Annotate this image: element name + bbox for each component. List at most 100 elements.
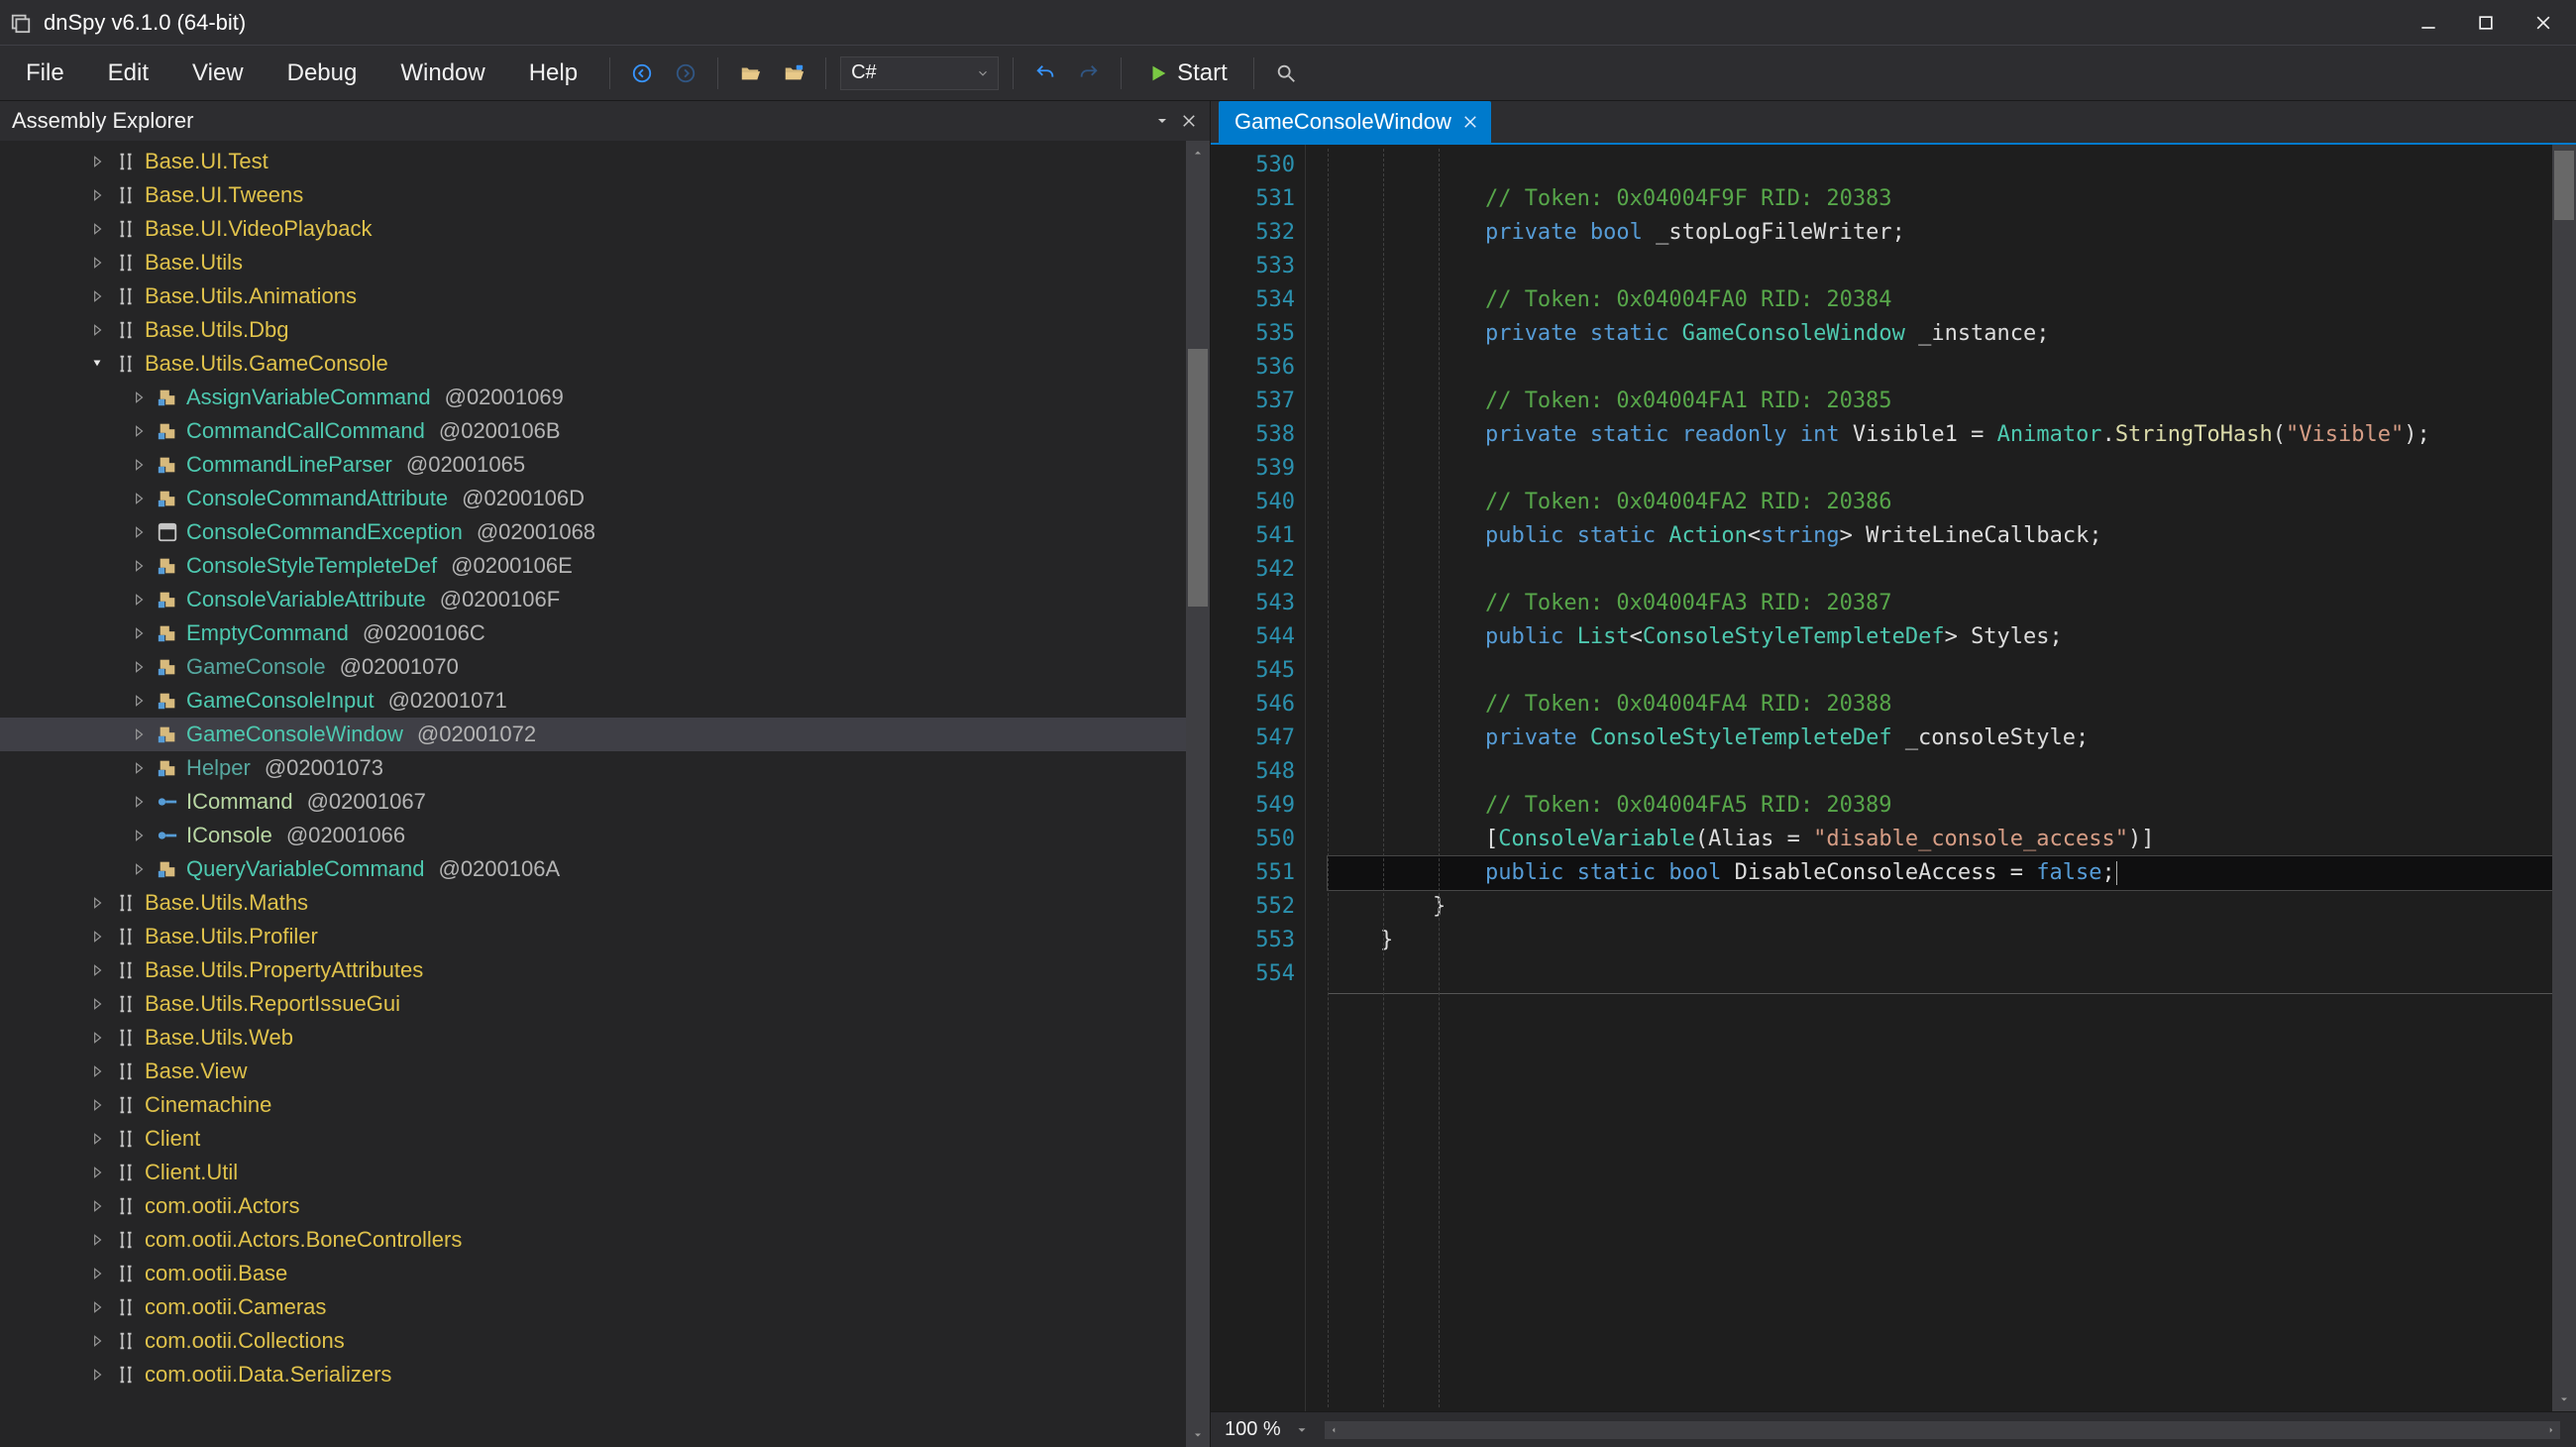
open-file-button[interactable] xyxy=(732,56,768,91)
expand-arrow-icon[interactable] xyxy=(129,657,149,677)
code-line[interactable]: // Token: 0x04004FA3 RID: 20387 xyxy=(1328,587,2576,620)
maximize-button[interactable] xyxy=(2457,0,2515,46)
expand-arrow-icon[interactable] xyxy=(129,826,149,845)
tree-type[interactable]: GameConsole@02001070 xyxy=(0,650,1210,684)
code-line[interactable]: } xyxy=(1328,924,2576,957)
tree-namespace[interactable]: com.ootii.Cameras xyxy=(0,1290,1210,1324)
expand-arrow-icon[interactable] xyxy=(129,388,149,407)
code-area[interactable]: // Token: 0x04004F9F RID: 20383 private … xyxy=(1306,145,2576,1411)
code-line[interactable] xyxy=(1328,351,2576,385)
expand-arrow-icon[interactable] xyxy=(87,1264,107,1283)
code-line[interactable] xyxy=(1328,553,2576,587)
tree-type[interactable]: AssignVariableCommand@02001069 xyxy=(0,381,1210,414)
scroll-right-icon[interactable] xyxy=(2542,1421,2560,1439)
close-tab-icon[interactable] xyxy=(1461,113,1479,131)
tree-namespace[interactable]: com.ootii.Actors xyxy=(0,1189,1210,1223)
expand-arrow-icon[interactable] xyxy=(87,927,107,946)
expand-arrow-icon[interactable] xyxy=(87,1297,107,1317)
expand-arrow-icon[interactable] xyxy=(87,994,107,1014)
tree-namespace[interactable]: Base.Utils.PropertyAttributes xyxy=(0,953,1210,987)
code-line[interactable]: private ConsoleStyleTempleteDef _console… xyxy=(1328,722,2576,755)
close-pane-icon[interactable] xyxy=(1180,112,1198,130)
nav-back-button[interactable] xyxy=(624,56,660,91)
tree-namespace[interactable]: Base.Utils.Profiler xyxy=(0,920,1210,953)
start-button[interactable]: Start xyxy=(1135,56,1239,91)
expand-arrow-icon[interactable] xyxy=(87,1129,107,1149)
expand-arrow-icon[interactable] xyxy=(129,792,149,812)
zoom-level[interactable]: 100 % xyxy=(1219,1418,1287,1441)
menu-help[interactable]: Help xyxy=(511,54,595,93)
expand-arrow-icon[interactable] xyxy=(87,1095,107,1115)
expand-arrow-icon[interactable] xyxy=(87,320,107,340)
expand-arrow-icon[interactable] xyxy=(87,960,107,980)
expand-arrow-icon[interactable] xyxy=(129,421,149,441)
tree-namespace[interactable]: Base.View xyxy=(0,1055,1210,1088)
expand-arrow-icon[interactable] xyxy=(87,354,107,374)
tree-type[interactable]: GameConsoleWindow@02001072 xyxy=(0,718,1210,751)
expand-arrow-icon[interactable] xyxy=(129,590,149,610)
tree-namespace[interactable]: Client.Util xyxy=(0,1156,1210,1189)
expand-arrow-icon[interactable] xyxy=(87,286,107,306)
editor-tab-active[interactable]: GameConsoleWindow xyxy=(1219,101,1491,143)
expand-arrow-icon[interactable] xyxy=(87,1196,107,1216)
tree-type[interactable]: Helper@02001073 xyxy=(0,751,1210,785)
menu-file[interactable]: File xyxy=(8,54,82,93)
expand-arrow-icon[interactable] xyxy=(87,1331,107,1351)
menu-debug[interactable]: Debug xyxy=(269,54,376,93)
tree-namespace[interactable]: com.ootii.Data.Serializers xyxy=(0,1358,1210,1391)
tree-namespace[interactable]: Base.Utils.ReportIssueGui xyxy=(0,987,1210,1021)
scroll-down-icon[interactable] xyxy=(2552,1388,2576,1411)
scroll-left-icon[interactable] xyxy=(1325,1421,1342,1439)
expand-arrow-icon[interactable] xyxy=(87,1028,107,1048)
menu-edit[interactable]: Edit xyxy=(90,54,166,93)
dropdown-icon[interactable] xyxy=(1154,113,1170,129)
expand-arrow-icon[interactable] xyxy=(129,556,149,576)
expand-arrow-icon[interactable] xyxy=(129,724,149,744)
tree-type[interactable]: GameConsoleInput@02001071 xyxy=(0,684,1210,718)
search-button[interactable] xyxy=(1268,56,1304,91)
expand-arrow-icon[interactable] xyxy=(87,185,107,205)
scroll-up-icon[interactable] xyxy=(1186,141,1210,165)
expand-arrow-icon[interactable] xyxy=(129,455,149,475)
tree-type[interactable]: ConsoleStyleTempleteDef@0200106E xyxy=(0,549,1210,583)
code-line[interactable]: // Token: 0x04004FA1 RID: 20385 xyxy=(1328,385,2576,418)
tree-type[interactable]: EmptyCommand@0200106C xyxy=(0,616,1210,650)
close-button[interactable] xyxy=(2515,0,2572,46)
tree-namespace[interactable]: Base.UI.Test xyxy=(0,145,1210,178)
tree-namespace[interactable]: com.ootii.Base xyxy=(0,1257,1210,1290)
tree-namespace[interactable]: Base.Utils.GameConsole xyxy=(0,347,1210,381)
expand-arrow-icon[interactable] xyxy=(129,859,149,879)
nav-forward-button[interactable] xyxy=(668,56,703,91)
code-line[interactable]: [ConsoleVariable(Alias = "disable_consol… xyxy=(1328,823,2576,856)
code-line[interactable] xyxy=(1328,149,2576,182)
expand-arrow-icon[interactable] xyxy=(87,1163,107,1182)
language-dropdown[interactable]: C# xyxy=(840,56,999,90)
code-line[interactable] xyxy=(1328,654,2576,688)
code-line[interactable]: // Token: 0x04004F9F RID: 20383 xyxy=(1328,182,2576,216)
tree-type[interactable]: IConsole@02001066 xyxy=(0,819,1210,852)
tree-type[interactable]: CommandLineParser@02001065 xyxy=(0,448,1210,482)
scrollbar-thumb[interactable] xyxy=(1188,349,1208,607)
redo-button[interactable] xyxy=(1071,56,1107,91)
code-line[interactable]: public static Action<string> WriteLineCa… xyxy=(1328,519,2576,553)
expand-arrow-icon[interactable] xyxy=(129,758,149,778)
tree-namespace[interactable]: Client xyxy=(0,1122,1210,1156)
tree-type[interactable]: ICommand@02001067 xyxy=(0,785,1210,819)
minimize-button[interactable] xyxy=(2400,0,2457,46)
tree-type[interactable]: ConsoleCommandAttribute@0200106D xyxy=(0,482,1210,515)
tree-namespace[interactable]: Base.UI.Tweens xyxy=(0,178,1210,212)
tree-type[interactable]: CommandCallCommand@0200106B xyxy=(0,414,1210,448)
code-line[interactable]: // Token: 0x04004FA4 RID: 20388 xyxy=(1328,688,2576,722)
tree-namespace[interactable]: Base.Utils xyxy=(0,246,1210,279)
tree-scrollbar[interactable] xyxy=(1186,141,1210,1447)
code-line[interactable]: } xyxy=(1328,890,2576,924)
editor-scrollbar[interactable] xyxy=(2552,145,2576,1411)
code-line[interactable]: public List<ConsoleStyleTempleteDef> Sty… xyxy=(1328,620,2576,654)
code-line[interactable]: private static GameConsoleWindow _instan… xyxy=(1328,317,2576,351)
expand-arrow-icon[interactable] xyxy=(87,1230,107,1250)
chevron-down-icon[interactable] xyxy=(1295,1423,1309,1437)
tree-namespace[interactable]: Base.Utils.Web xyxy=(0,1021,1210,1055)
scroll-down-icon[interactable] xyxy=(1186,1423,1210,1447)
expand-arrow-icon[interactable] xyxy=(129,522,149,542)
expand-arrow-icon[interactable] xyxy=(87,253,107,273)
